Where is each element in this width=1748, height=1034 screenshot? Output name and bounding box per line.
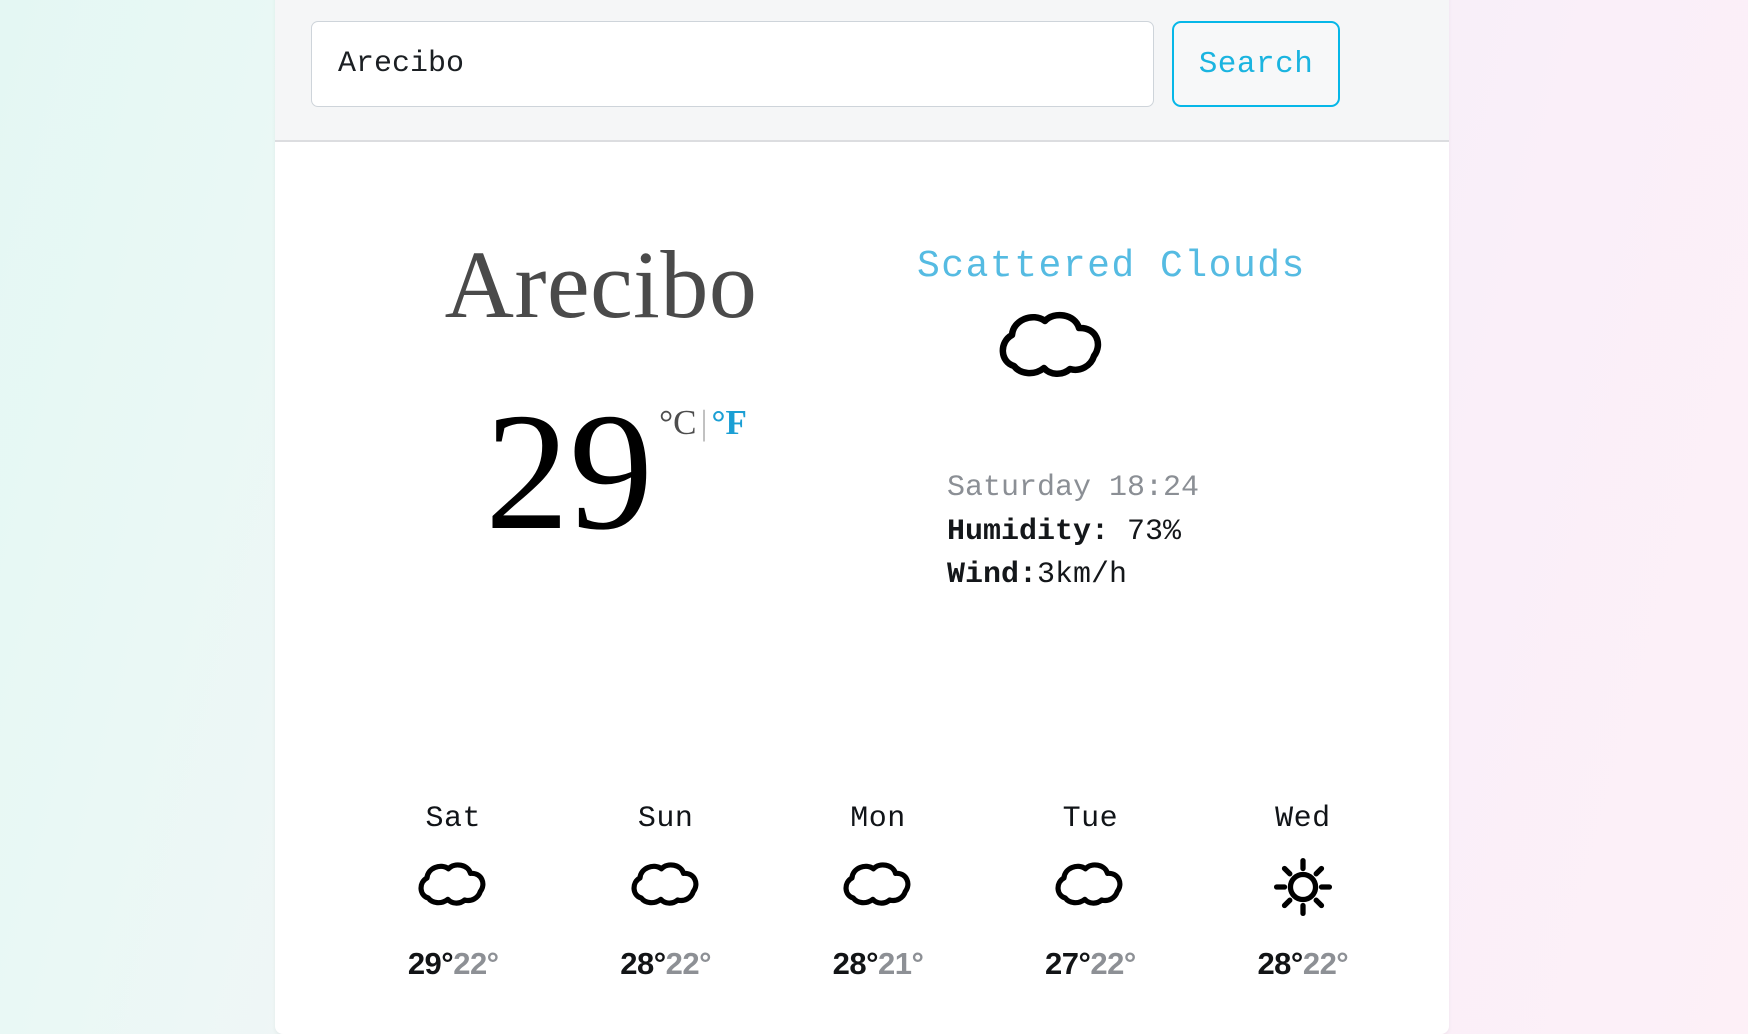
wind-value: 3km/h <box>1037 558 1128 592</box>
forecast-day: Wed 28°22° <box>1197 802 1409 982</box>
weather-condition-text: Scattered Clouds <box>917 245 1306 288</box>
forecast-day: Tue 27°22° <box>984 802 1196 982</box>
sun-icon <box>1273 857 1332 917</box>
humidity-row: Humidity: 73% <box>947 511 1449 555</box>
forecast-day-temps: 28°22° <box>559 946 771 982</box>
current-right-column: Scattered Clouds Saturday 18:24 Humidity… <box>875 237 1449 598</box>
search-button[interactable]: Search <box>1172 21 1340 107</box>
forecast-day-temps: 28°22° <box>1197 946 1409 982</box>
wind-label: Wind: <box>947 558 1038 592</box>
unit-celsius-link[interactable]: °C <box>659 403 696 442</box>
forecast-day-name: Mon <box>850 802 906 836</box>
forecast-day-temps: 27°22° <box>984 946 1196 982</box>
forecast-day: Mon 28°21° <box>772 802 984 982</box>
current-weather-section: Arecibo 29 °C | °F Scattered Clouds Saturd… <box>275 142 1449 598</box>
forecast-day-temps: 28°21° <box>772 946 984 982</box>
search-header: Search <box>275 0 1449 142</box>
unit-separator: | <box>700 403 708 442</box>
forecast-max-temp: 29° <box>407 946 454 981</box>
main-weather-icon <box>992 306 1182 397</box>
forecast-row: Sat 29°22° Sun 28°22° Mon 28°21° Tue 27°22°… <box>275 802 1449 982</box>
forecast-max-temp: 28° <box>1257 946 1303 981</box>
forecast-day-icon <box>347 848 559 926</box>
cloud-icon <box>1055 862 1123 906</box>
forecast-min-temp: 22° <box>1302 946 1349 981</box>
forecast-min-temp: 22° <box>665 946 712 981</box>
cloud-icon <box>418 862 486 906</box>
forecast-max-temp: 28° <box>620 946 666 981</box>
forecast-day-icon <box>772 848 984 926</box>
forecast-day-name: Tue <box>1062 802 1119 836</box>
unit-fahrenheit-link[interactable]: °F <box>711 403 746 442</box>
search-input[interactable] <box>311 21 1154 107</box>
forecast-day-icon <box>559 848 771 926</box>
forecast-max-temp: 27° <box>1045 946 1091 981</box>
humidity-label: Humidity: <box>947 514 1110 549</box>
current-left-column: Arecibo 29 °C | °F <box>275 237 875 598</box>
current-datetime: Saturday 18:24 <box>947 471 1200 505</box>
cloud-icon <box>631 862 699 906</box>
forecast-min-temp: 22° <box>1090 946 1136 981</box>
forecast-max-temp: 28° <box>832 946 879 981</box>
humidity-value: 73% <box>1109 514 1182 549</box>
forecast-day: Sat 29°22° <box>347 802 559 982</box>
forecast-day-name: Wed <box>1275 802 1331 836</box>
forecast-day-temps: 29°22° <box>347 946 559 982</box>
forecast-day: Sun 28°22° <box>559 802 771 982</box>
forecast-day-name: Sun <box>637 802 694 836</box>
cloud-icon <box>843 862 911 906</box>
card-body: Arecibo 29 °C | °F Scattered Clouds Saturd… <box>275 142 1449 1034</box>
page-title: Arecibo <box>444 231 758 338</box>
cloud-icon <box>999 311 1102 377</box>
forecast-min-temp: 22° <box>453 946 499 981</box>
forecast-min-temp: 21° <box>878 946 924 981</box>
weather-app-card: Search Arecibo 29 °C|°F Scattered Clouds <box>275 0 1449 1034</box>
unit-toggle: °C | °F <box>659 403 747 443</box>
temperature-row: 29 °C | °F <box>327 379 875 565</box>
forecast-day-name: Sat <box>425 802 481 836</box>
current-temperature: 29 <box>485 379 654 565</box>
forecast-day-icon <box>984 848 1196 926</box>
forecast-day-icon <box>1197 848 1409 926</box>
wind-row: Wind:3km/h <box>947 554 1449 598</box>
